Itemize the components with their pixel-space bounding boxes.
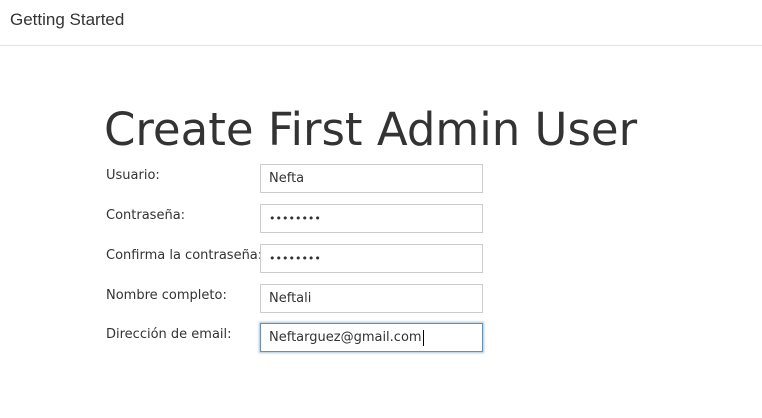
password-label: Contraseña: — [106, 208, 186, 223]
confirm-password-label: Confirma la contraseña: — [106, 248, 263, 263]
text-cursor — [423, 330, 424, 346]
email-label: Dirección de email: — [106, 327, 232, 342]
password-field[interactable] — [260, 204, 483, 233]
confirm-password-field[interactable] — [260, 244, 483, 273]
email-field[interactable] — [260, 323, 483, 352]
password-row: Contraseña: — [106, 204, 486, 234]
app-title: Getting Started — [10, 10, 125, 29]
username-field[interactable] — [260, 164, 483, 193]
top-bar: Getting Started — [0, 0, 762, 46]
confirm-password-row: Confirma la contraseña: — [106, 244, 486, 274]
email-row: Dirección de email: — [106, 323, 486, 353]
full-name-label: Nombre completo: — [106, 288, 227, 303]
full-name-row: Nombre completo: — [106, 284, 486, 314]
page-title: Create First Admin User — [104, 103, 638, 156]
full-name-field[interactable] — [260, 284, 483, 313]
username-row: Usuario: — [106, 164, 486, 194]
username-label: Usuario: — [106, 168, 160, 183]
